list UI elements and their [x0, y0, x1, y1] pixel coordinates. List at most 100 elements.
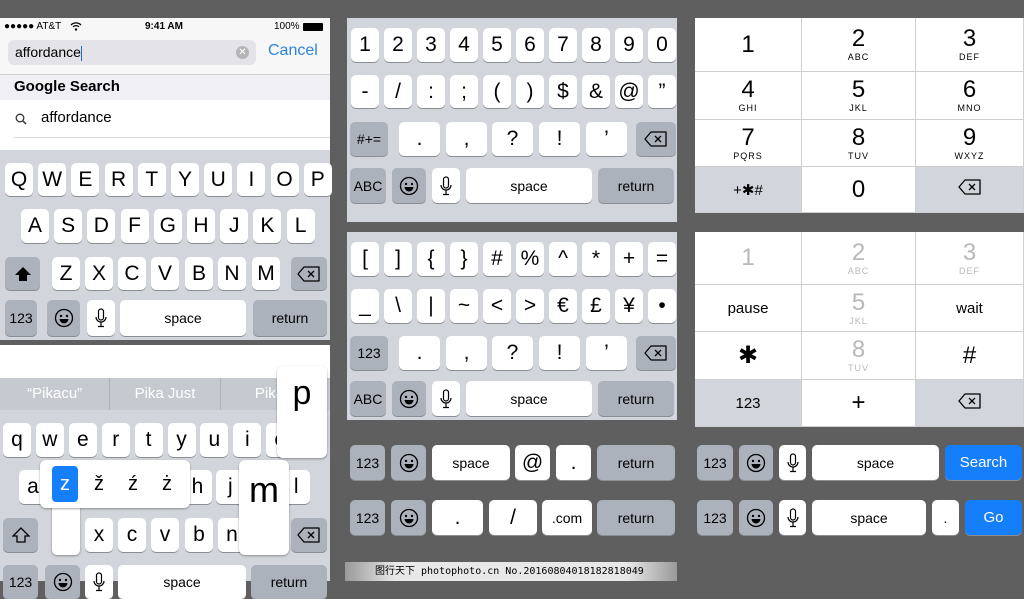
- char-key[interactable]: L: [286, 209, 315, 243]
- return-key[interactable]: return: [597, 500, 675, 535]
- char-key[interactable]: 123: [697, 445, 733, 480]
- char-key[interactable]: C: [118, 257, 146, 290]
- char-key[interactable]: ¥: [615, 289, 643, 323]
- dial-key[interactable]: 7 PQRS: [695, 120, 802, 167]
- char-key[interactable]: c: [118, 518, 146, 552]
- char-key[interactable]: 7: [549, 28, 577, 62]
- dial-key[interactable]: 9 WXYZ: [916, 120, 1024, 167]
- char-key[interactable]: 123: [350, 500, 385, 535]
- char-key[interactable]: ,: [446, 336, 487, 370]
- char-key[interactable]: N: [218, 257, 246, 290]
- char-key[interactable]: X: [85, 257, 113, 290]
- emoji-key[interactable]: [45, 565, 80, 599]
- space-key[interactable]: space: [120, 300, 246, 336]
- accent-option[interactable]: ż: [154, 466, 180, 502]
- char-key[interactable]: ?: [492, 336, 533, 370]
- char-key[interactable]: .com: [542, 500, 592, 535]
- go-key[interactable]: Go: [965, 500, 1022, 535]
- char-key[interactable]: 123: [697, 500, 733, 535]
- suggestion[interactable]: Pika Just: [110, 378, 221, 410]
- space-key[interactable]: space: [812, 500, 926, 535]
- dial-key[interactable]: 8 TUV: [802, 332, 916, 380]
- dial-key[interactable]: +: [802, 380, 916, 427]
- dial-key[interactable]: 4 GHI: [695, 72, 802, 120]
- mic-key[interactable]: [432, 381, 460, 416]
- dial-key[interactable]: 6 MNO: [916, 72, 1024, 120]
- dial-key[interactable]: 5 JKL: [802, 285, 916, 332]
- char-key[interactable]: O: [270, 163, 299, 196]
- char-key[interactable]: .: [932, 500, 959, 535]
- char-key[interactable]: !: [539, 336, 580, 370]
- search-result[interactable]: affordance: [0, 100, 330, 150]
- char-key[interactable]: ABC: [350, 381, 386, 416]
- delete-key[interactable]: [636, 336, 676, 370]
- char-key[interactable]: #: [483, 242, 511, 276]
- shift-key[interactable]: [5, 257, 40, 290]
- char-key[interactable]: T: [137, 163, 166, 196]
- dial-key[interactable]: pause: [695, 285, 802, 332]
- shift-key[interactable]: [3, 518, 38, 552]
- dial-key[interactable]: 1: [695, 18, 802, 72]
- mic-key[interactable]: [779, 500, 806, 535]
- dial-key[interactable]: 2 ABC: [802, 18, 916, 72]
- char-key[interactable]: U: [204, 163, 233, 196]
- char-key[interactable]: %: [516, 242, 544, 276]
- char-key[interactable]: Q: [5, 163, 33, 196]
- char-key[interactable]: *: [582, 242, 610, 276]
- dial-key[interactable]: +✱#: [695, 167, 802, 213]
- emoji-key[interactable]: [392, 168, 426, 203]
- char-key[interactable]: Z: [52, 257, 80, 290]
- char-key[interactable]: 1: [351, 28, 379, 62]
- emoji-key[interactable]: [47, 300, 80, 336]
- emoji-key[interactable]: [391, 445, 426, 480]
- char-key[interactable]: #+=: [350, 122, 388, 156]
- accent-option[interactable]: z: [52, 466, 78, 502]
- char-key[interactable]: {: [417, 242, 445, 276]
- mic-key[interactable]: [87, 300, 115, 336]
- char-key[interactable]: q: [3, 423, 31, 457]
- char-key[interactable]: H: [187, 209, 215, 243]
- char-key[interactable]: 2: [384, 28, 412, 62]
- char-key[interactable]: D: [87, 209, 116, 243]
- mic-key[interactable]: [779, 445, 806, 480]
- char-key[interactable]: ;: [450, 75, 478, 108]
- char-key[interactable]: y: [167, 423, 196, 457]
- return-key[interactable]: return: [253, 300, 327, 336]
- dial-key[interactable]: 3 DEF: [916, 232, 1024, 285]
- char-key[interactable]: A: [21, 209, 49, 243]
- char-key[interactable]: b: [185, 518, 213, 552]
- return-key[interactable]: return: [597, 445, 675, 480]
- char-key[interactable]: 6: [516, 28, 544, 62]
- char-key[interactable]: B: [185, 257, 213, 290]
- return-key[interactable]: return: [251, 565, 327, 599]
- char-key[interactable]: 9: [615, 28, 643, 62]
- char-key[interactable]: V: [151, 257, 179, 290]
- char-key[interactable]: v: [151, 518, 179, 552]
- char-key[interactable]: I: [237, 163, 266, 196]
- char-key[interactable]: K: [253, 209, 282, 243]
- char-key[interactable]: ]: [384, 242, 412, 276]
- char-key[interactable]: Y: [171, 163, 199, 196]
- space-key[interactable]: space: [118, 565, 246, 599]
- char-key[interactable]: t: [134, 423, 163, 457]
- char-key[interactable]: .: [556, 445, 591, 480]
- char-key[interactable]: ”: [648, 75, 676, 108]
- char-key[interactable]: @: [615, 75, 643, 108]
- char-key[interactable]: <: [483, 289, 511, 323]
- char-key[interactable]: W: [38, 163, 67, 196]
- dial-key[interactable]: 5 JKL: [802, 72, 916, 120]
- mic-key[interactable]: [432, 168, 460, 203]
- char-key[interactable]: M: [252, 257, 280, 290]
- emoji-key[interactable]: [392, 381, 426, 416]
- space-key[interactable]: space: [812, 445, 939, 480]
- dial-key[interactable]: 2 ABC: [802, 232, 916, 285]
- cancel-button[interactable]: Cancel: [268, 42, 318, 60]
- char-key[interactable]: £: [582, 289, 610, 323]
- char-key[interactable]: >: [516, 289, 544, 323]
- search-key[interactable]: Search: [945, 445, 1022, 480]
- char-key[interactable]: 5: [483, 28, 511, 62]
- char-key[interactable]: 123: [3, 565, 38, 599]
- char-key[interactable]: ): [516, 75, 544, 108]
- emoji-key[interactable]: [739, 500, 773, 535]
- char-key[interactable]: P: [303, 163, 332, 196]
